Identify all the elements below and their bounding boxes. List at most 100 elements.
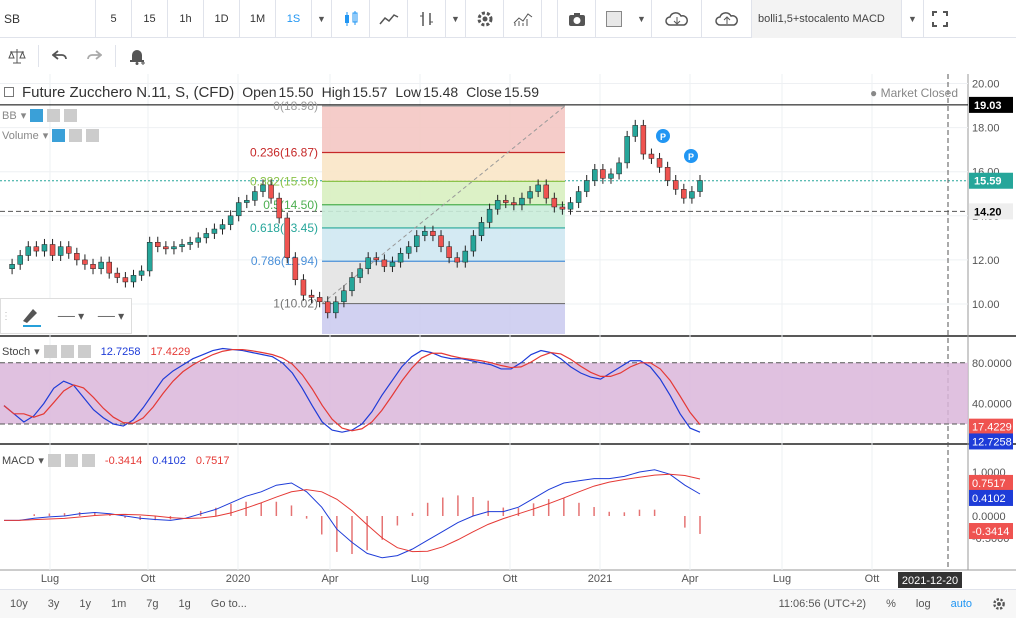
- timeframe-5[interactable]: 5: [96, 0, 132, 38]
- fib-zone: [322, 303, 565, 334]
- candle-body: [227, 215, 234, 225]
- drawing-toolbar: ⋮ ── ▾ ── ▾: [0, 298, 132, 334]
- range-1y[interactable]: 1y: [69, 590, 101, 618]
- candle-body: [308, 294, 315, 298]
- range-1g[interactable]: 1g: [169, 590, 201, 618]
- x-axis-label: Apr: [681, 573, 698, 585]
- candle-body: [324, 301, 331, 314]
- candle-body: [90, 264, 96, 269]
- range-1m[interactable]: 1m: [101, 590, 136, 618]
- price-axis-label: 20.00: [972, 79, 1000, 91]
- range-10y[interactable]: 10y: [0, 590, 38, 618]
- candle-body: [349, 277, 355, 292]
- symbol-input[interactable]: SB: [0, 0, 96, 38]
- stoch-label[interactable]: Stoch: [2, 346, 30, 358]
- market-status: ● Market Closed: [870, 86, 958, 100]
- candles-icon[interactable]: [332, 0, 370, 38]
- timeframe-1h[interactable]: 1h: [168, 0, 204, 38]
- timeframe-1m[interactable]: 1M: [240, 0, 276, 38]
- candle-body: [664, 167, 671, 181]
- x-axis-label: Ott: [865, 573, 880, 585]
- fib-level-label: 0.786(11.94): [251, 254, 318, 268]
- close-icon[interactable]: [86, 129, 100, 142]
- ohlc-high-label: High: [321, 84, 351, 100]
- close-icon[interactable]: [64, 109, 78, 122]
- eye-icon[interactable]: [52, 129, 66, 142]
- timeframe-15[interactable]: 15: [132, 0, 168, 38]
- settings-icon[interactable]: [60, 345, 74, 358]
- line-width-dropdown[interactable]: ── ▾: [91, 309, 131, 323]
- macd-line-value: 0.4102: [152, 454, 186, 467]
- fibonacci-retracement[interactable]: 0(18.98)0.236(16.87)0.382(15.56)0.5(14.5…: [250, 99, 566, 334]
- candle-body: [49, 244, 56, 256]
- chart-legend: Future Zucchero N.11, S, (CFD) Open 15.5…: [4, 84, 539, 101]
- color-dropdown[interactable]: ▼: [632, 0, 652, 38]
- macd-panel: [4, 469, 701, 559]
- goto-button[interactable]: Go to...: [201, 590, 257, 618]
- chart-canvas[interactable]: 0(18.98)0.236(16.87)0.382(15.56)0.5(14.5…: [0, 74, 1016, 594]
- drag-handle-icon[interactable]: ⋮: [1, 311, 11, 322]
- candle-body: [300, 279, 307, 296]
- price-axis-label: 12.00: [972, 255, 1000, 267]
- range-3y[interactable]: 3y: [38, 590, 70, 618]
- candle-body: [268, 184, 274, 199]
- candle-body: [624, 136, 630, 164]
- candle-body: [130, 275, 137, 283]
- close-icon[interactable]: [77, 345, 91, 358]
- cloud-load-icon[interactable]: [652, 0, 702, 38]
- eye-icon[interactable]: [30, 109, 44, 122]
- cloud-save-icon[interactable]: [702, 0, 752, 38]
- macd-hist-value: -0.3414: [104, 454, 143, 467]
- redo-icon[interactable]: [77, 38, 111, 74]
- pencil-icon[interactable]: [11, 305, 51, 327]
- bars-chart-icon[interactable]: [408, 0, 446, 38]
- gear-icon[interactable]: [982, 590, 1016, 618]
- x-axis-label: Ott: [141, 573, 156, 585]
- color-swatch-icon[interactable]: [596, 0, 632, 38]
- timeframe-1d[interactable]: 1D: [204, 0, 240, 38]
- candle-body: [57, 246, 64, 256]
- scales-icon[interactable]: [0, 38, 34, 74]
- undo-icon[interactable]: [43, 38, 77, 74]
- candle-body: [82, 259, 88, 265]
- clock[interactable]: 11:06:56 (UTC+2): [769, 590, 877, 618]
- collapse-legend-icon[interactable]: [4, 87, 14, 97]
- chart-type-dropdown[interactable]: ▼: [446, 0, 466, 38]
- camera-icon[interactable]: [558, 0, 596, 38]
- indicators-icon[interactable]: [504, 0, 542, 38]
- eye-icon[interactable]: [43, 345, 57, 358]
- log-toggle[interactable]: log: [906, 590, 941, 618]
- price-tag-label: 15.59: [974, 176, 1002, 188]
- bb-label[interactable]: BB: [2, 110, 17, 122]
- stoch-axis-label: 40.0000: [972, 399, 1012, 411]
- timeframe-1s[interactable]: 1S: [276, 0, 312, 38]
- auto-toggle[interactable]: auto: [941, 590, 982, 618]
- study-template-select[interactable]: bolli1,5+stocalento MACD: [752, 0, 902, 38]
- close-icon[interactable]: [81, 454, 95, 467]
- timeframe-dropdown[interactable]: ▼: [312, 0, 332, 38]
- volume-label[interactable]: Volume: [2, 130, 39, 142]
- percent-toggle[interactable]: %: [876, 590, 906, 618]
- secondary-toolbar: [0, 38, 1016, 74]
- candle-body: [373, 257, 380, 261]
- line-style-dropdown[interactable]: ── ▾: [51, 309, 91, 323]
- eye-icon[interactable]: [47, 454, 61, 467]
- settings-icon[interactable]: [64, 454, 78, 467]
- separator: [115, 45, 116, 67]
- alert-bell-icon[interactable]: [120, 38, 154, 74]
- candle-body: [316, 297, 323, 303]
- candle-body: [689, 191, 695, 199]
- macd-label[interactable]: MACD: [2, 455, 34, 467]
- x-axis-label: Lug: [773, 573, 791, 585]
- gear-icon[interactable]: [466, 0, 504, 38]
- settings-icon[interactable]: [47, 109, 61, 122]
- area-chart-icon[interactable]: [370, 0, 408, 38]
- candle-body: [98, 261, 104, 269]
- candle-body: [559, 206, 566, 210]
- range-7g[interactable]: 7g: [136, 590, 168, 618]
- candle-body: [503, 200, 509, 203]
- study-template-dropdown[interactable]: ▼: [902, 0, 924, 38]
- fullscreen-icon[interactable]: [924, 0, 956, 38]
- settings-icon[interactable]: [69, 129, 83, 142]
- x-axis-label: Ott: [503, 573, 518, 585]
